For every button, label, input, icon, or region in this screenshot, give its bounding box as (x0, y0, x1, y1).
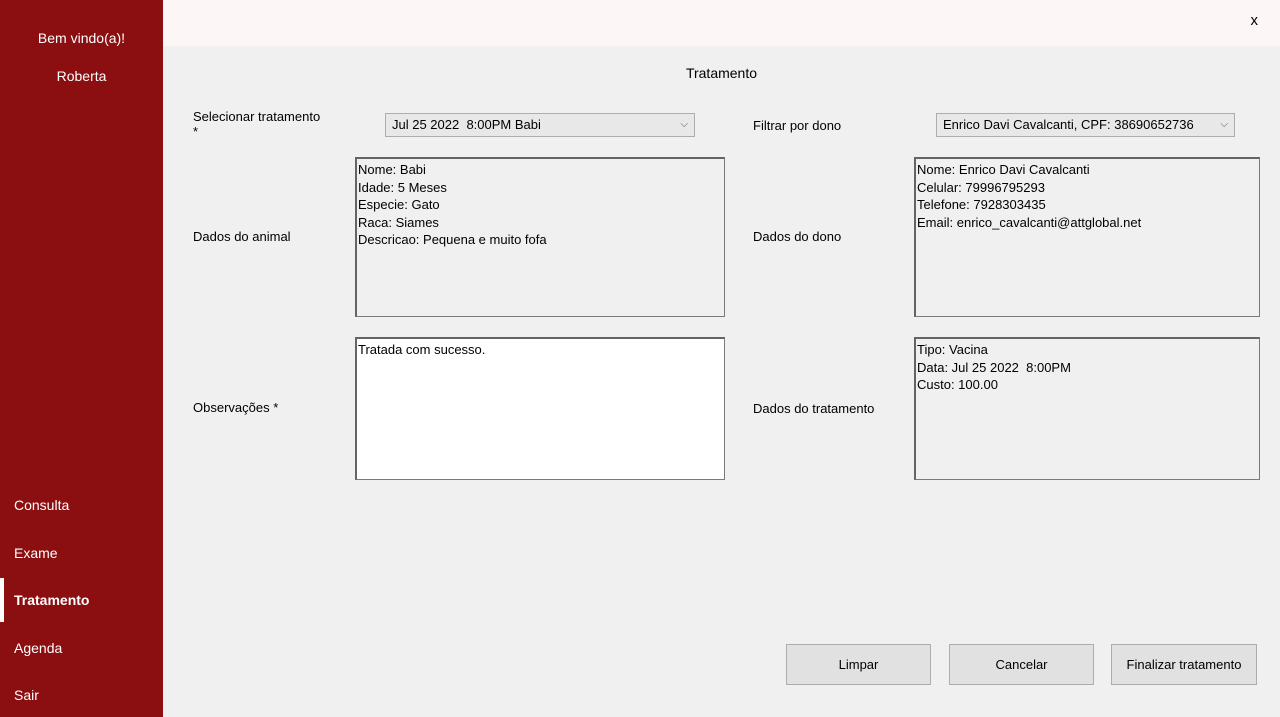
sidebar-item-consulta[interactable]: Consulta (0, 483, 163, 527)
sidebar-item-exame[interactable]: Exame (0, 531, 163, 575)
filter-owner-label: Filtrar por dono (753, 118, 842, 133)
owner-filter-select[interactable]: Enrico Davi Cavalcanti, CPF: 38690652736… (936, 113, 1235, 137)
page-title: Tratamento (685, 65, 758, 81)
treatment-data-label: Dados do tratamento (753, 401, 875, 416)
owner-data-box[interactable]: Nome: Enrico Davi Cavalcanti Celular: 79… (914, 157, 1260, 317)
animal-line: Nome: Babi (358, 162, 426, 177)
owner-data-label: Dados do dono (753, 229, 842, 244)
animal-data-box[interactable]: Nome: Babi Idade: 5 Meses Especie: Gato … (355, 157, 725, 317)
treatment-select[interactable]: Jul 25 2022 8:00PM Babi ⌵ (385, 113, 695, 137)
cancel-button[interactable]: Cancelar (949, 644, 1094, 685)
sidebar-item-agenda[interactable]: Agenda (0, 626, 163, 670)
treatment-line: Custo: 100.00 (917, 377, 998, 392)
chevron-down-icon: ⌵ (680, 119, 688, 130)
treatment-data-box[interactable]: Tipo: Vacina Data: Jul 25 2022 8:00PM Cu… (914, 337, 1260, 480)
observations-label: Observações * (193, 400, 279, 415)
animal-data-label: Dados do animal (193, 229, 291, 244)
animal-line: Descricao: Pequena e muito fofa (358, 232, 547, 247)
animal-line: Idade: 5 Meses (358, 179, 447, 195)
sidebar-item-tratamento[interactable]: Tratamento (0, 578, 163, 622)
owner-filter-value: Enrico Davi Cavalcanti, CPF: 38690652736 (943, 117, 1194, 132)
user-name: Roberta (56, 68, 107, 84)
sidebar-item-sair[interactable]: Sair (0, 673, 163, 717)
owner-line: Nome: Enrico Davi Cavalcanti (917, 162, 1090, 177)
select-treatment-label: Selecionar tratamento * (193, 109, 321, 139)
owner-line: Telefone: 7928303435 (917, 197, 1046, 212)
close-button[interactable]: x (1251, 12, 1259, 29)
owner-line: Celular: 79996795293 (917, 179, 1045, 195)
welcome-text: Bem vindo(a)! (37, 30, 126, 46)
observations-text: Tratada com sucesso. (358, 342, 486, 357)
sidebar: Bem vindo(a)! Roberta Consulta Exame Tra… (0, 0, 163, 717)
animal-line: Raca: Siames (358, 214, 439, 230)
animal-line: Especie: Gato (358, 197, 440, 212)
owner-line: Email: enrico_cavalcanti@attglobal.net (917, 214, 1142, 230)
treatment-select-value: Jul 25 2022 8:00PM Babi (392, 117, 541, 132)
chevron-down-icon: ⌵ (1220, 119, 1228, 130)
observations-textarea[interactable]: Tratada com sucesso. (355, 337, 725, 480)
clear-button[interactable]: Limpar (786, 644, 931, 685)
treatment-line: Data: Jul 25 2022 8:00PM (917, 359, 1071, 375)
finish-treatment-button[interactable]: Finalizar tratamento (1111, 644, 1257, 685)
treatment-line: Tipo: Vacina (917, 342, 988, 357)
top-bar: x (163, 0, 1280, 46)
